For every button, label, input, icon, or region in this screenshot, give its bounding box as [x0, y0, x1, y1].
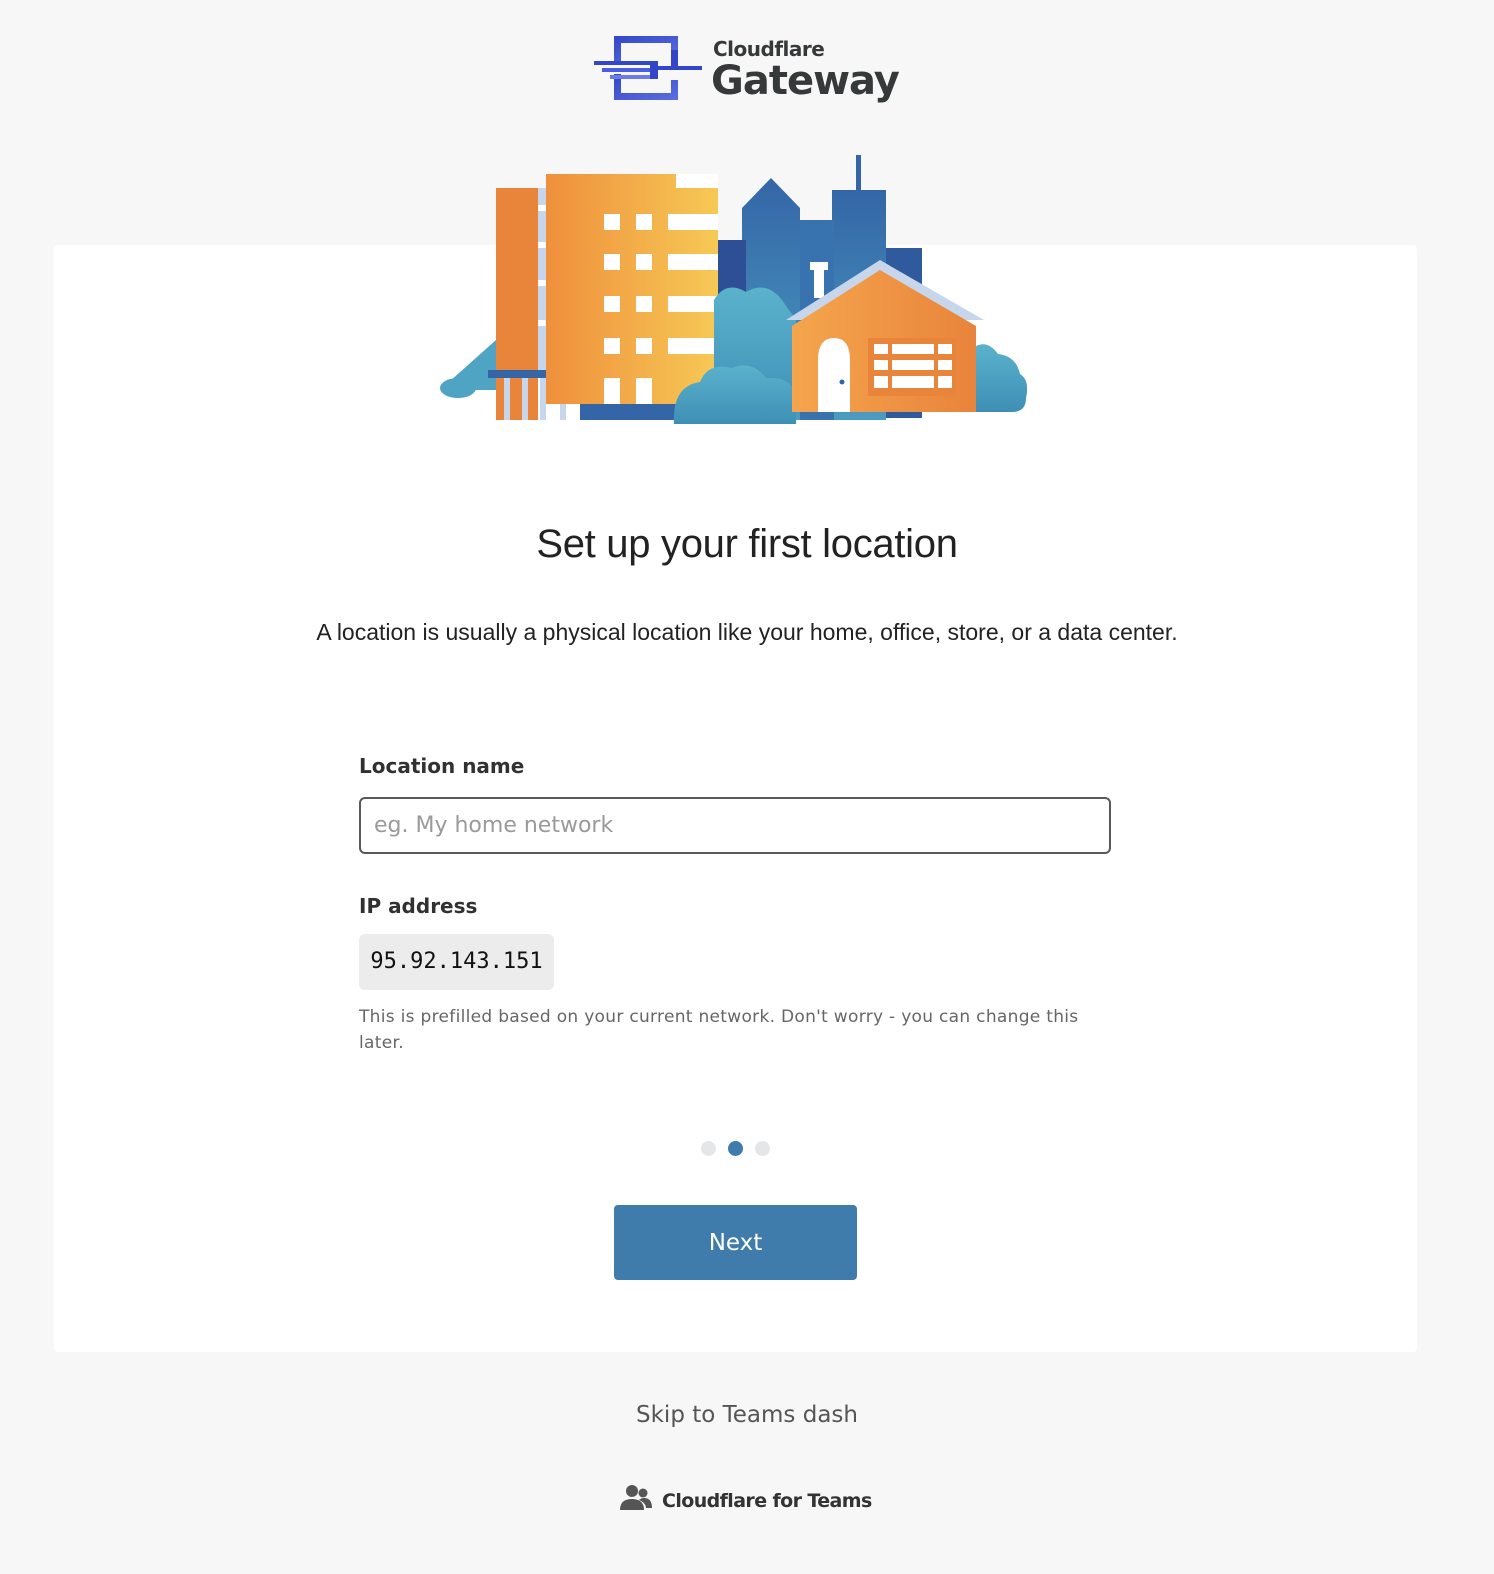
skip-to-teams-link[interactable]: Skip to Teams dash	[0, 1402, 1494, 1428]
gateway-logo: Cloudflare Gateway	[590, 34, 900, 106]
gateway-logo-icon	[594, 36, 702, 100]
location-form: Location name IP address 95.92.143.151 T…	[359, 754, 1111, 1053]
ip-helper-text: This is prefilled based on your current …	[359, 1007, 1079, 1053]
brand-product-name: Gateway	[711, 58, 900, 104]
page-subtitle: A location is usually a physical locatio…	[316, 619, 1178, 645]
page-title: Set up your first location	[536, 522, 958, 566]
ip-address-value: 95.92.143.151	[359, 934, 554, 990]
ip-address-label: IP address	[359, 894, 478, 918]
footer-label: Cloudflare for Teams	[662, 1490, 872, 1512]
next-button[interactable]: Next	[614, 1205, 857, 1280]
footer-brand: Cloudflare for Teams	[619, 1484, 879, 1516]
step-dot-1	[701, 1141, 716, 1156]
step-dot-2	[728, 1141, 743, 1156]
step-dot-3	[755, 1141, 770, 1156]
location-name-label: Location name	[359, 754, 525, 778]
location-name-input[interactable]	[359, 797, 1111, 854]
step-indicator	[700, 1141, 780, 1157]
city-buildings-illustration	[436, 150, 1036, 440]
people-icon	[620, 1485, 652, 1510]
